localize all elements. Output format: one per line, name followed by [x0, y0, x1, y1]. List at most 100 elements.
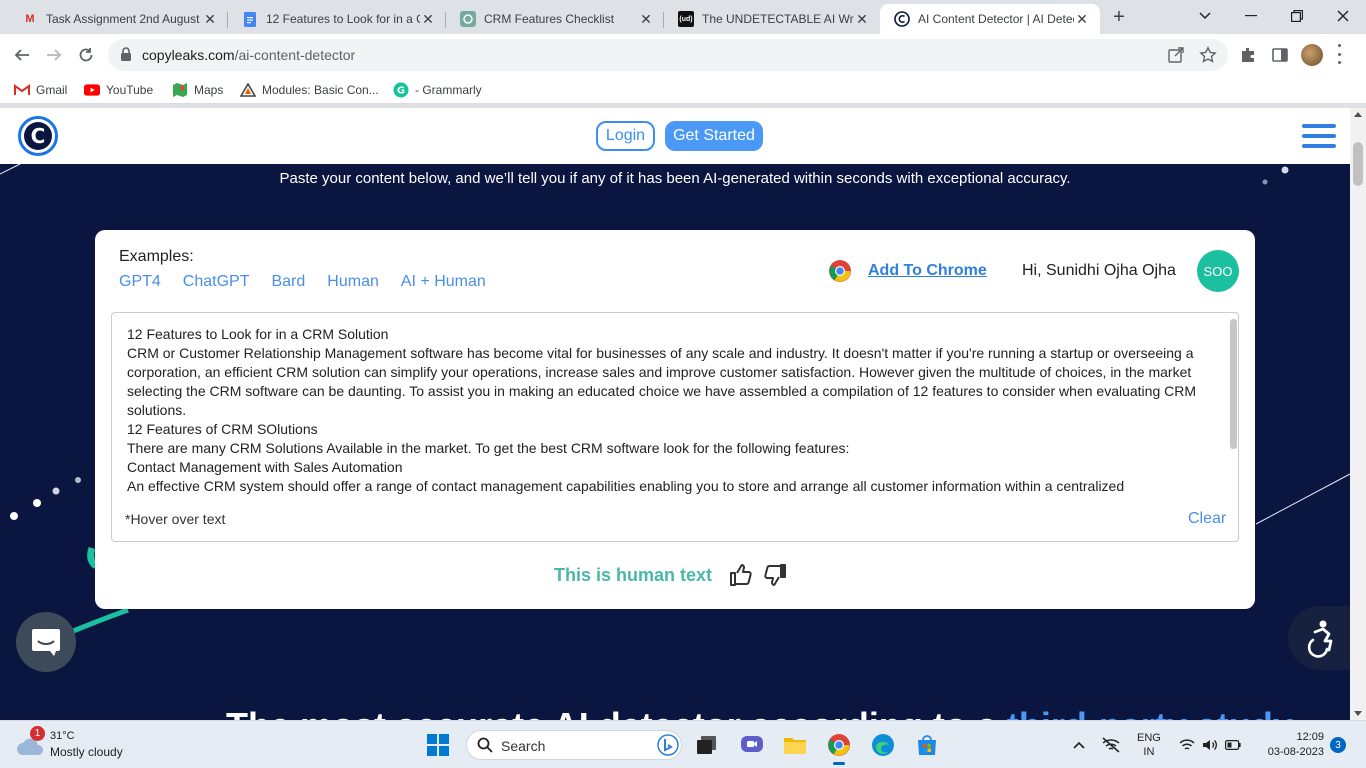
- docs-icon: [242, 11, 258, 27]
- bookmark-label: YouTube: [106, 83, 154, 97]
- user-avatar[interactable]: SOO: [1197, 250, 1239, 292]
- search-icon: [477, 737, 493, 753]
- page-viewport: C Login Get Started Paste your content b…: [0, 108, 1350, 720]
- get-started-button[interactable]: Get Started: [665, 121, 763, 151]
- bookmark-grammarly[interactable]: G - Grammarly: [393, 82, 482, 98]
- clock-time: 12:09: [1296, 731, 1324, 743]
- third-party-study-link[interactable]: third-party study: [1007, 705, 1293, 720]
- clock-date: 03-08-2023: [1267, 746, 1324, 758]
- bing-icon: [657, 734, 679, 756]
- close-tab-icon[interactable]: ✕: [854, 11, 870, 27]
- lang-top: ENG: [1137, 732, 1161, 744]
- bookmark-label: Maps: [194, 83, 224, 97]
- bookmark-star-icon[interactable]: [1199, 46, 1217, 64]
- tab-crm-checklist[interactable]: CRM Features Checklist ✕: [446, 4, 664, 34]
- minimize-icon[interactable]: [1228, 0, 1274, 32]
- example-link-bard[interactable]: Bard: [271, 273, 305, 291]
- copyleaks-logo[interactable]: C: [18, 116, 58, 156]
- task-view-icon[interactable]: [693, 731, 721, 759]
- notification-count-badge[interactable]: 3: [1330, 737, 1346, 753]
- close-window-icon[interactable]: [1320, 0, 1366, 32]
- tab-task-assignment[interactable]: M Task Assignment 2nd August ✕: [8, 4, 228, 34]
- example-link-gpt4[interactable]: GPT4: [119, 273, 161, 291]
- canvas-icon: [240, 82, 256, 98]
- textarea-scrollbar[interactable]: [1230, 319, 1237, 449]
- bookmark-youtube[interactable]: YouTube: [84, 82, 153, 98]
- hamburger-menu-icon[interactable]: [1302, 124, 1336, 148]
- edge-icon[interactable]: [869, 731, 897, 759]
- bookmark-label: Modules: Basic Con...: [262, 83, 379, 97]
- svg-text:G: G: [397, 86, 405, 97]
- section-heading: The most accurate AI detector according …: [226, 705, 1293, 720]
- profile-avatar[interactable]: [1301, 44, 1323, 66]
- close-tab-icon[interactable]: ✕: [202, 11, 218, 27]
- side-panel-icon[interactable]: [1271, 46, 1289, 64]
- bookmark-gmail[interactable]: Gmail: [14, 82, 67, 98]
- tab-title: CRM Features Checklist: [484, 12, 615, 26]
- tab-title: AI Content Detector | AI Detector: [918, 12, 1074, 26]
- language-indicator[interactable]: ENG IN: [1137, 721, 1161, 768]
- scroll-up-icon[interactable]: [1354, 112, 1362, 117]
- example-link-human[interactable]: Human: [327, 273, 379, 291]
- content-input-box[interactable]: 12 Features to Look for in a CRM Solutio…: [111, 312, 1239, 542]
- result-row: This is human text: [95, 562, 1255, 588]
- tab-search-icon[interactable]: [1182, 0, 1228, 32]
- quick-settings[interactable]: [1179, 721, 1241, 768]
- tab-undetectable-ai[interactable]: (ud) The UNDETECTABLE AI Writing Tool ✕: [664, 4, 880, 34]
- login-button[interactable]: Login: [596, 121, 655, 151]
- share-icon[interactable]: [1167, 46, 1185, 64]
- content-textarea[interactable]: 12 Features to Look for in a CRM Solutio…: [127, 325, 1202, 497]
- page-scrollbar[interactable]: [1350, 108, 1366, 720]
- example-link-chatgpt[interactable]: ChatGPT: [183, 273, 250, 291]
- close-tab-icon[interactable]: ✕: [1074, 11, 1090, 27]
- add-to-chrome-link[interactable]: Add To Chrome: [868, 262, 987, 280]
- tab-crm-features-doc[interactable]: 12 Features to Look for in a CRM Solutio…: [228, 4, 446, 34]
- hover-note: *Hover over text: [125, 511, 226, 527]
- result-text: This is human text: [553, 564, 713, 585]
- teams-chat-icon[interactable]: [738, 731, 766, 759]
- youtube-icon: [84, 82, 100, 98]
- chrome-menu-icon[interactable]: [1336, 44, 1342, 64]
- restore-icon[interactable]: [1274, 0, 1320, 32]
- bookmark-modules[interactable]: Modules: Basic Con...: [240, 82, 379, 98]
- file-explorer-icon[interactable]: [781, 731, 809, 759]
- examples-label: Examples:: [119, 248, 194, 265]
- thumbs-up-icon[interactable]: [728, 562, 754, 588]
- extensions-icon[interactable]: [1239, 46, 1257, 64]
- chrome-icon[interactable]: [828, 259, 852, 283]
- new-tab-button[interactable]: +: [1108, 6, 1130, 28]
- chrome-taskbar-icon[interactable]: [825, 731, 853, 765]
- example-link-ai-human[interactable]: AI + Human: [401, 273, 486, 291]
- chat-widget-button[interactable]: [16, 612, 76, 672]
- scroll-down-icon[interactable]: [1354, 711, 1362, 716]
- bookmark-label: - Grammarly: [415, 83, 482, 97]
- address-bar[interactable]: copyleaks.com/ai-content-detector: [108, 39, 1228, 71]
- show-hidden-icons[interactable]: [1072, 721, 1086, 768]
- thumbs-down-icon[interactable]: [762, 562, 788, 588]
- example-links: GPT4 ChatGPT Bard Human AI + Human: [119, 273, 486, 291]
- close-tab-icon[interactable]: ✕: [638, 11, 654, 27]
- lock-icon[interactable]: [120, 47, 132, 67]
- back-icon[interactable]: [10, 43, 34, 67]
- chatgpt-icon: [460, 11, 476, 27]
- tab-title: The UNDETECTABLE AI Writing Tool: [702, 12, 854, 26]
- browser-toolbar: copyleaks.com/ai-content-detector: [0, 34, 1366, 76]
- tab-ai-content-detector[interactable]: AI Content Detector | AI Detector ✕: [880, 4, 1100, 34]
- network-off-icon[interactable]: [1101, 721, 1121, 768]
- close-tab-icon[interactable]: ✕: [420, 11, 436, 27]
- accessibility-icon: [1307, 620, 1333, 658]
- forward-icon[interactable]: [42, 43, 66, 67]
- clear-button[interactable]: Clear: [1188, 510, 1226, 528]
- microsoft-store-icon[interactable]: [913, 731, 941, 759]
- scrollbar-thumb[interactable]: [1353, 142, 1363, 186]
- bookmark-label: Gmail: [36, 83, 68, 97]
- copyleaks-icon: [894, 11, 910, 27]
- accessibility-button[interactable]: [1288, 606, 1350, 670]
- clock[interactable]: 12:09 03-08-2023: [1258, 730, 1324, 760]
- start-button[interactable]: [424, 731, 452, 759]
- content-line: Contact Management with Sales Automation: [127, 459, 403, 475]
- bookmark-maps[interactable]: Maps: [172, 82, 223, 98]
- gmail-icon: [14, 82, 30, 98]
- taskbar-search[interactable]: Search: [466, 730, 682, 760]
- reload-icon[interactable]: [74, 43, 98, 67]
